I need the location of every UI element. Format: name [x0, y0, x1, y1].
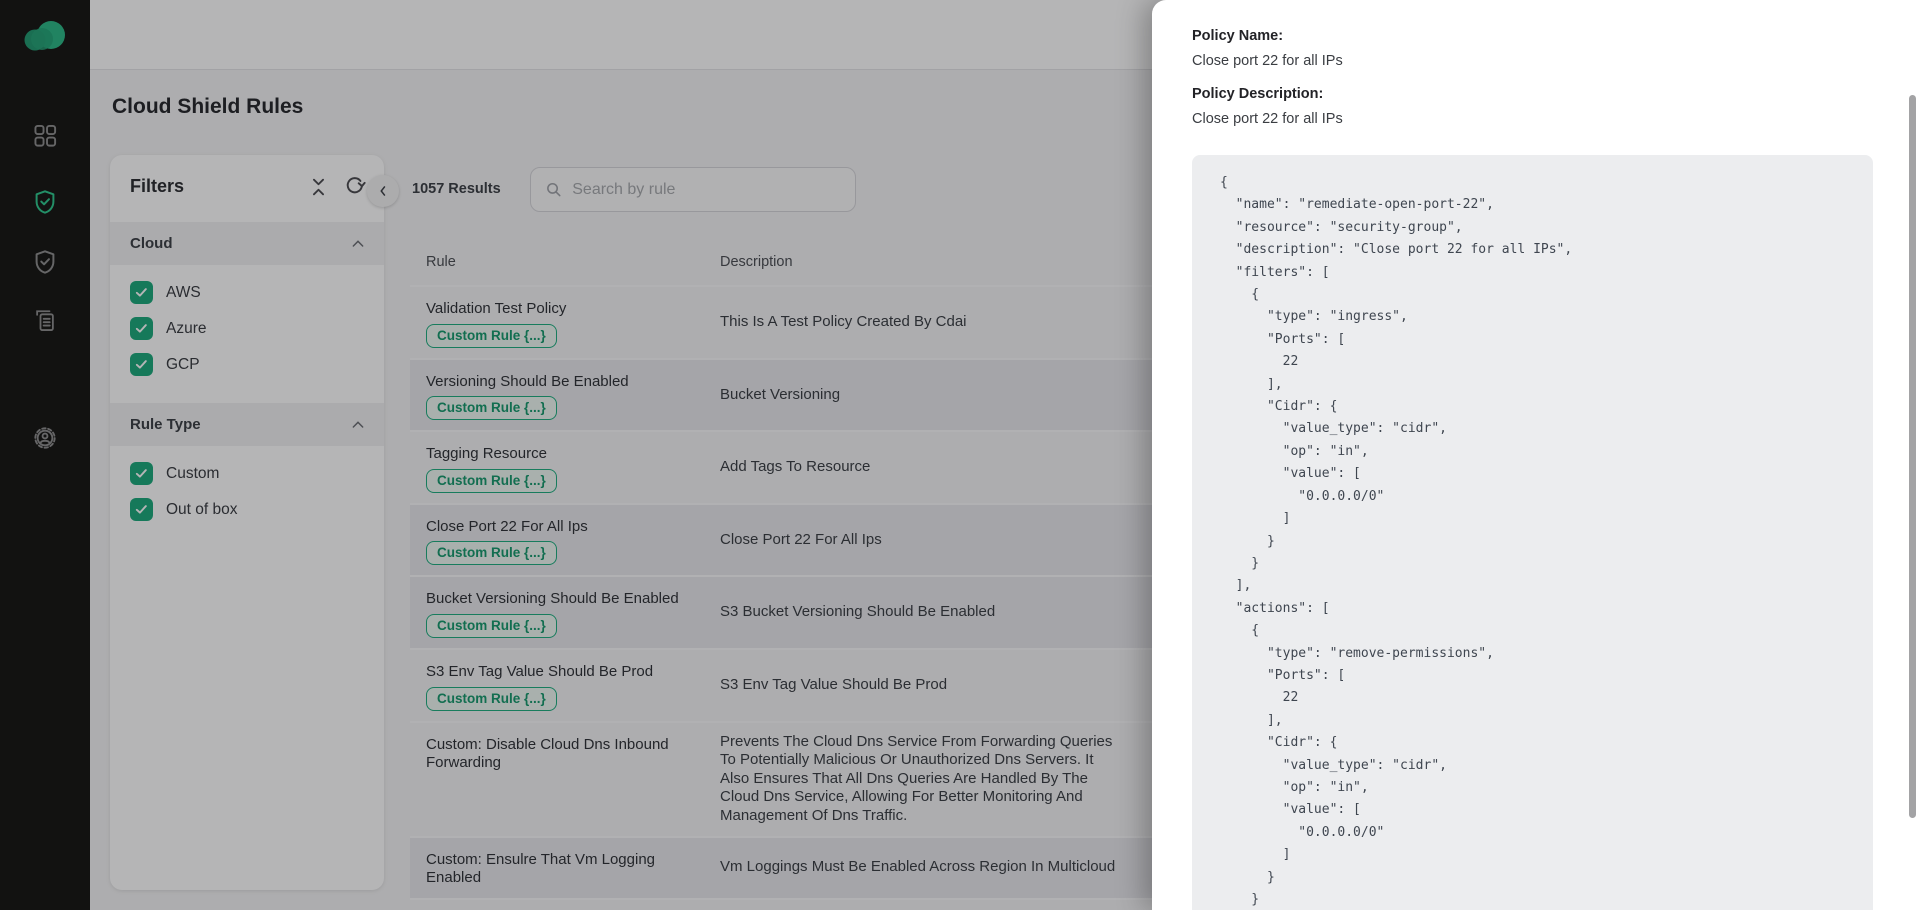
- code-line: {: [1220, 284, 1845, 306]
- policy-name-label: Policy Name:: [1192, 28, 1873, 44]
- code-line: {: [1220, 620, 1845, 642]
- code-line: ],: [1220, 374, 1845, 396]
- code-line: "resource": "security-group",: [1220, 217, 1845, 239]
- code-line: ]: [1220, 844, 1845, 866]
- code-line: ],: [1220, 710, 1845, 732]
- code-line: {: [1220, 172, 1845, 194]
- drawer-scrollbar[interactable]: [1909, 95, 1916, 818]
- code-line: "Ports": [: [1220, 329, 1845, 351]
- code-line: 22: [1220, 687, 1845, 709]
- policy-name-value: Close port 22 for all IPs: [1192, 53, 1873, 69]
- code-line: "value_type": "cidr",: [1220, 755, 1845, 777]
- code-line: }: [1220, 531, 1845, 553]
- code-line: "op": "in",: [1220, 441, 1845, 463]
- code-line: ],: [1220, 575, 1845, 597]
- policy-description-label: Policy Description:: [1192, 86, 1873, 102]
- policy-json-code: { "name": "remediate-open-port-22", "res…: [1192, 155, 1873, 910]
- code-line: }: [1220, 889, 1845, 910]
- code-line: }: [1220, 867, 1845, 889]
- code-line: "Cidr": {: [1220, 396, 1845, 418]
- code-line: }: [1220, 553, 1845, 575]
- code-line: "name": "remediate-open-port-22",: [1220, 194, 1845, 216]
- code-line: "value": [: [1220, 799, 1845, 821]
- code-line: 22: [1220, 351, 1845, 373]
- code-line: "description": "Close port 22 for all IP…: [1220, 239, 1845, 261]
- code-line: "value_type": "cidr",: [1220, 418, 1845, 440]
- code-line: "value": [: [1220, 463, 1845, 485]
- code-line: "type": "ingress",: [1220, 306, 1845, 328]
- code-line: "0.0.0.0/0": [1220, 822, 1845, 844]
- policy-details-drawer: Policy Name: Close port 22 for all IPs P…: [1152, 0, 1919, 910]
- code-line: "Ports": [: [1220, 665, 1845, 687]
- code-line: "filters": [: [1220, 262, 1845, 284]
- code-line: ]: [1220, 508, 1845, 530]
- code-line: "type": "remove-permissions",: [1220, 643, 1845, 665]
- code-line: "actions": [: [1220, 598, 1845, 620]
- policy-description-value: Close port 22 for all IPs: [1192, 111, 1873, 127]
- code-line: "Cidr": {: [1220, 732, 1845, 754]
- code-line: "op": "in",: [1220, 777, 1845, 799]
- code-line: "0.0.0.0/0": [1220, 486, 1845, 508]
